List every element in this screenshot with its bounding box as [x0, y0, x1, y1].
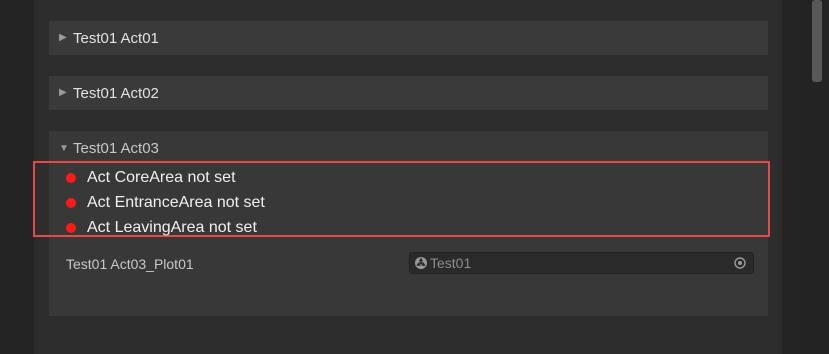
triangle-right-icon: ▶ [59, 87, 67, 98]
triangle-down-icon: ▼ [59, 142, 69, 154]
warning-item-leaving-area: Act LeavingArea not set [66, 217, 257, 239]
plot-object-field[interactable]: Test01 [409, 252, 754, 274]
warning-text: Act CoreArea not set [87, 169, 236, 186]
foldout-label: Test01 Act01 [73, 29, 159, 47]
warning-item-entrance-area: Act EntranceArea not set [66, 192, 265, 214]
plot-object-value: Test01 [430, 255, 472, 271]
foldout-test01-act01[interactable]: ▶ Test01 Act01 [49, 21, 768, 55]
inspector-window: ▶ Test01 Act01 ▶ Test01 Act02 ▼ Test01 A… [0, 0, 829, 354]
foldout-label: Test01 Act02 [73, 84, 159, 102]
foldout-test01-act03[interactable]: ▼ Test01 Act03 [49, 131, 768, 165]
plot-field-label: Test01 Act03_Plot01 [66, 256, 194, 272]
foldout-test01-act02[interactable]: ▶ Test01 Act02 [49, 76, 768, 110]
scrollbar-thumb[interactable] [812, 0, 822, 82]
error-dot-icon [66, 223, 76, 233]
error-dot-icon [66, 198, 76, 208]
triangle-right-icon: ▶ [59, 32, 67, 43]
warning-text: Act LeavingArea not set [87, 219, 257, 236]
warning-text: Act EntranceArea not set [87, 194, 265, 211]
error-dot-icon [66, 173, 76, 183]
object-picker-icon[interactable] [733, 256, 747, 270]
warning-item-core-area: Act CoreArea not set [66, 167, 236, 189]
object-icon [415, 257, 427, 269]
foldout-label: Test01 Act03 [73, 139, 159, 157]
